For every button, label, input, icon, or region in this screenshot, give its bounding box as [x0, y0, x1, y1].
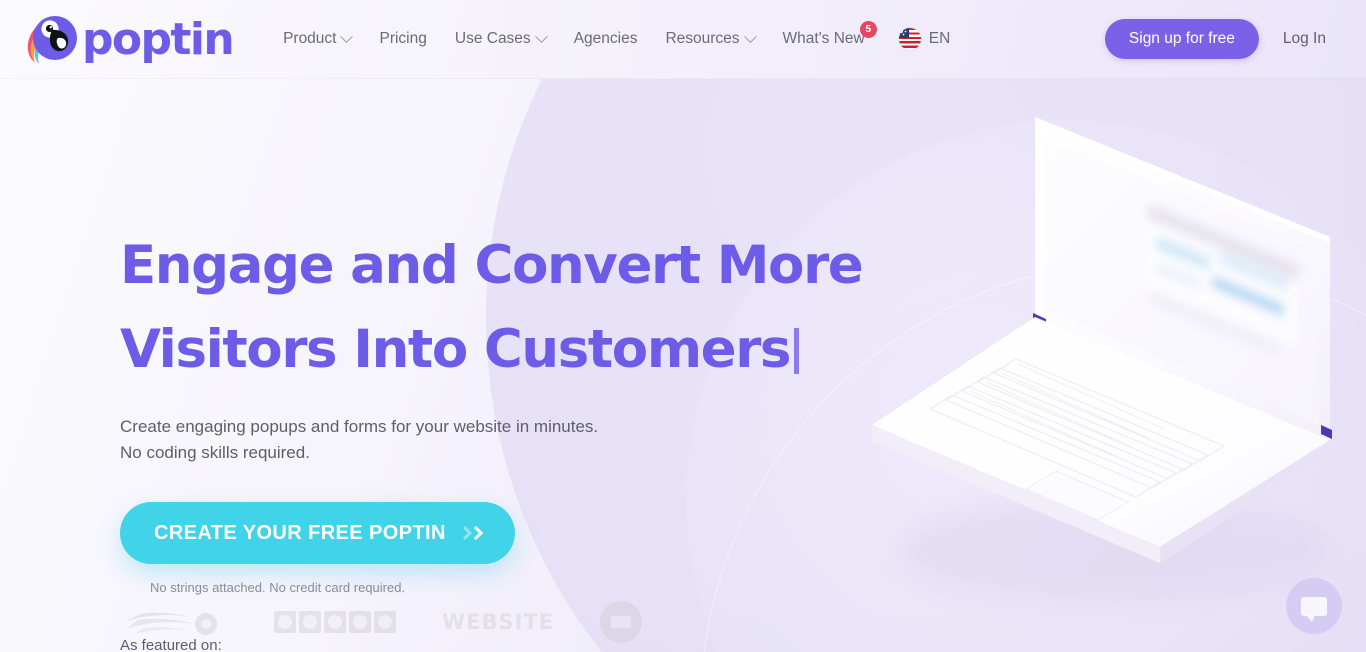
chevron-down-icon — [340, 29, 354, 43]
headline-line-2-wrap: Visitors Into Customers — [120, 308, 880, 392]
hero-subtitle: Create engaging popups and forms for you… — [120, 414, 880, 466]
page-title: Engage and Convert More Visitors Into Cu… — [120, 224, 880, 392]
nav-label-agencies: Agencies — [573, 30, 638, 47]
nav-label-whats-new: What's New — [782, 30, 865, 47]
chevron-down-icon — [534, 29, 548, 43]
language-code: EN — [928, 30, 951, 47]
headline-line-2: Visitors Into Customers — [120, 319, 791, 380]
featured-logo-wordmark: WEBSITE — [442, 610, 555, 634]
featured-logo-tiles — [274, 602, 396, 642]
nav-label-pricing: Pricing — [379, 30, 427, 47]
header-actions: Sign up for free Log In — [1104, 19, 1342, 59]
nav-item-resources[interactable]: Resources — [651, 22, 768, 56]
poptin-parrot-logo-icon — [22, 10, 80, 68]
nav-item-agencies[interactable]: Agencies — [560, 22, 652, 56]
cta-label: CREATE YOUR FREE POPTIN — [154, 521, 446, 544]
featured-logos-row: WEBSITE — [120, 601, 643, 643]
login-button[interactable]: Log In — [1267, 19, 1342, 59]
logo-link[interactable]: poptin — [22, 10, 235, 68]
create-free-poptin-button[interactable]: CREATE YOUR FREE POPTIN — [120, 502, 515, 564]
logo-wordmark: poptin — [82, 14, 235, 65]
double-chevron-right-icon — [457, 525, 483, 541]
nav-item-pricing[interactable]: Pricing — [365, 22, 440, 56]
featured-logo-circle — [600, 601, 643, 643]
nav-label-resources: Resources — [665, 30, 740, 47]
hero-section: Engage and Convert More Visitors Into Cu… — [0, 79, 1366, 652]
hero-subtitle-line-2: No coding skills required. — [120, 443, 310, 462]
hero-subtitle-line-1: Create engaging popups and forms for you… — [120, 417, 599, 436]
headline-line-1: Engage and Convert More — [120, 235, 864, 296]
nav-item-whats-new[interactable]: What's New 5 — [769, 21, 879, 56]
whats-new-count-badge: 5 — [859, 21, 877, 38]
language-selector[interactable]: EN — [889, 20, 961, 58]
nav-label-product: Product — [283, 30, 337, 47]
main-navigation: Product Pricing Use Cases Agencies Resou… — [269, 20, 960, 58]
nav-item-use-cases[interactable]: Use Cases — [441, 22, 560, 56]
featured-logo-semrush — [120, 602, 228, 642]
signup-button[interactable]: Sign up for free — [1104, 19, 1259, 59]
site-header: poptin Product Pricing Use Cases Agencie… — [0, 0, 1366, 79]
typing-caret — [794, 328, 800, 374]
hero-content: Engage and Convert More Visitors Into Cu… — [120, 79, 880, 652]
nav-label-use-cases: Use Cases — [454, 30, 531, 47]
chevron-down-icon — [743, 29, 757, 43]
cta-fineprint: No strings attached. No credit card requ… — [150, 580, 406, 595]
chat-widget-button[interactable] — [1286, 578, 1342, 634]
chat-bubble-icon — [1301, 596, 1327, 622]
us-flag-icon — [898, 28, 921, 50]
nav-item-product[interactable]: Product — [269, 22, 365, 56]
